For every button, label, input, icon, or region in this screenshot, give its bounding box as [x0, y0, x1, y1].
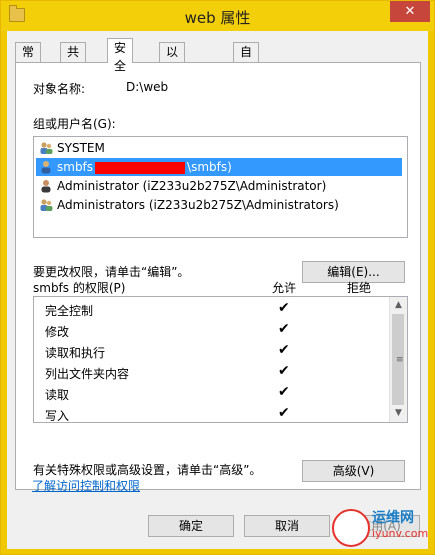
perm-name: 读取和执行: [45, 346, 106, 360]
watermark-text-2: iyunv.com: [372, 527, 429, 540]
perm-name: 完全控制: [45, 304, 94, 318]
object-name-value: D:\web: [126, 80, 169, 94]
redaction-bar: [95, 161, 186, 174]
permissions-scrollbar[interactable]: ▲ ≡ ▼: [389, 297, 407, 422]
user-item-label: smbfs \smbfs): [57, 158, 232, 176]
object-name-label: 对象名称:: [33, 82, 86, 96]
checkmark-icon: ✔: [278, 363, 290, 379]
checkmark-icon: ✔: [278, 342, 290, 358]
user-item-administrators[interactable]: Administrators (iZ233u2b275Z\Administrat…: [36, 196, 402, 214]
user-icon: [41, 180, 51, 193]
allow-column-header: 允许: [272, 281, 297, 295]
perm-name: 列出文件夹内容: [45, 367, 130, 381]
permissions-list[interactable]: 完全控制 ✔ 修改 ✔ 读取和执行 ✔ 列出文件夹内容 ✔ 读取 ✔ 写入 ✔ …: [33, 296, 408, 423]
user-item-label: Administrator (iZ233u2b275Z\Administrato…: [57, 179, 327, 193]
scroll-up-icon[interactable]: ▲: [390, 297, 407, 314]
watermark-logo: 运维网 iyunv.com: [332, 507, 428, 547]
close-button[interactable]: ✕: [390, 1, 430, 22]
perm-name: 读取: [45, 388, 70, 402]
user-name-suffix: \smbfs): [187, 160, 232, 174]
scroll-down-icon[interactable]: ▼: [390, 405, 407, 422]
checkmark-icon: ✔: [278, 384, 290, 400]
perm-row-full-control: 完全控制 ✔: [34, 299, 388, 320]
user-item-label: SYSTEM: [57, 141, 105, 155]
user-item-label: Administrators (iZ233u2b275Z\Administrat…: [57, 198, 339, 212]
security-panel: 对象名称: D:\web 组或用户名(G): SYSTEM smbfs \smbf…: [15, 62, 421, 490]
tab-sharing[interactable]: 共享: [60, 42, 87, 77]
perm-row-write: 写入 ✔: [34, 404, 388, 423]
user-name-prefix: smbfs: [57, 160, 94, 174]
tab-customize[interactable]: 自定义: [233, 42, 260, 95]
edit-hint: 要更改权限，请单击“编辑”。: [33, 265, 190, 279]
perm-row-read: 读取 ✔: [34, 383, 388, 404]
cancel-button[interactable]: 取消: [244, 515, 330, 537]
ok-button[interactable]: 确定: [148, 515, 234, 537]
tab-general[interactable]: 常规: [15, 42, 42, 77]
watermark-circle-icon: [332, 509, 370, 547]
users-group-icon: [40, 142, 53, 154]
checkmark-icon: ✔: [278, 321, 290, 337]
tab-previous-versions[interactable]: 以前的版本: [159, 42, 186, 131]
perm-row-read-execute: 读取和执行 ✔: [34, 341, 388, 362]
advanced-button[interactable]: 高级(V): [302, 460, 405, 482]
checkmark-icon: ✔: [278, 405, 290, 421]
tab-security[interactable]: 安全: [107, 38, 134, 73]
user-icon: [41, 161, 51, 174]
scroll-thumb[interactable]: ≡: [392, 314, 404, 405]
users-listbox[interactable]: SYSTEM smbfs \smbfs) Administrator (iZ233…: [33, 136, 408, 238]
permissions-header: smbfs 的权限(P) 允许 拒绝: [33, 279, 406, 297]
watermark-text-1: 运维网: [372, 510, 414, 526]
user-item-smbfs[interactable]: smbfs \smbfs): [36, 158, 402, 176]
users-group-icon: [40, 199, 53, 211]
user-item-administrator[interactable]: Administrator (iZ233u2b275Z\Administrato…: [36, 177, 402, 195]
learn-access-control-link[interactable]: 了解访问控制和权限: [32, 477, 140, 494]
grip-icon: ≡: [396, 355, 404, 365]
advanced-hint: 有关特殊权限或高级设置，请单击“高级”。: [33, 463, 262, 477]
perm-row-list-folder: 列出文件夹内容 ✔: [34, 362, 388, 383]
title-bar: web 属性 ✕: [1, 1, 434, 31]
perm-name: 修改: [45, 325, 70, 339]
properties-window: web 属性 ✕ 常规 共享 安全 以前的版本 自定义 对象名称: D:\web…: [0, 0, 435, 555]
dialog-client: 常规 共享 安全 以前的版本 自定义 对象名称: D:\web 组或用户名(G)…: [7, 31, 428, 549]
permissions-title: smbfs 的权限(P): [33, 281, 126, 295]
deny-column-header: 拒绝: [347, 281, 372, 295]
window-title: web 属性: [184, 9, 251, 27]
checkmark-icon: ✔: [278, 300, 290, 316]
perm-name: 写入: [45, 409, 70, 423]
perm-row-modify: 修改 ✔: [34, 320, 388, 341]
group-users-label: 组或用户名(G):: [33, 117, 116, 131]
user-item-system[interactable]: SYSTEM: [36, 139, 402, 157]
